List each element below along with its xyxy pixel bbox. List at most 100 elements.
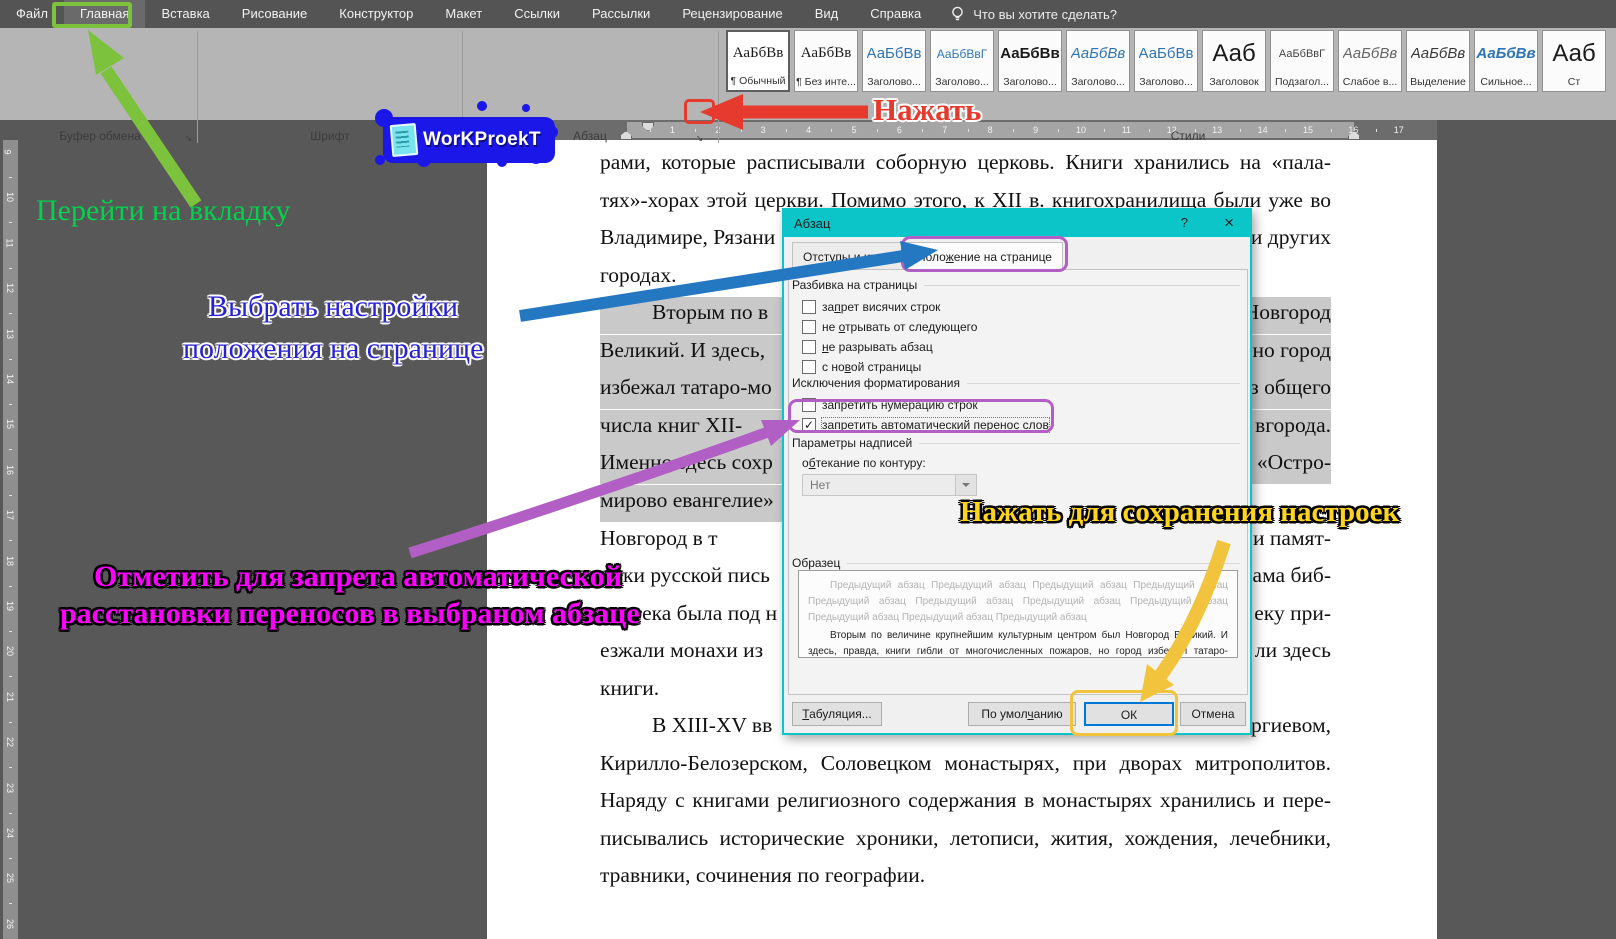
styles-group-label: Стили xyxy=(1138,129,1238,143)
ruler-number: 17 xyxy=(5,510,15,520)
ruler-number: 23 xyxy=(5,783,15,793)
style-card[interactable]: АаБбВвЗаголово... xyxy=(862,30,926,92)
word-window: ФайлГлавнаяВставкаРисованиеКонструкторМа… xyxy=(0,0,1616,939)
style-card[interactable]: АаБбВвЗаголово... xyxy=(998,30,1062,92)
tab-Рецензирование[interactable]: Рецензирование xyxy=(666,0,798,28)
checkbox-label: не разрывать абзац xyxy=(822,340,933,354)
lightbulb-icon xyxy=(951,6,964,22)
checkbox-option[interactable]: не отрывать от следующего xyxy=(802,318,977,336)
ruler-number: 24 xyxy=(5,828,15,838)
tab-Рассылки[interactable]: Рассылки xyxy=(576,0,666,28)
ruler-number: 14 xyxy=(1258,125,1268,135)
tab-Главная[interactable]: Главная xyxy=(64,0,145,28)
checkbox-option[interactable]: не разрывать абзац xyxy=(802,338,933,356)
checkbox-option[interactable]: с новой страницы xyxy=(802,358,921,376)
search-label: Что вы хотите сделать? xyxy=(973,7,1117,22)
group-preview: Образец xyxy=(792,556,1240,570)
style-card[interactable]: АаБбВвЗаголово... xyxy=(1066,30,1130,92)
font-group-label: Шрифт xyxy=(280,129,380,143)
watermark-text: WorKProekT xyxy=(423,129,541,151)
checkbox-checked[interactable]: ✓ xyxy=(802,418,816,432)
ruler-number: 5 xyxy=(851,125,856,135)
style-card[interactable]: АаБбВвЗаголово... xyxy=(1134,30,1198,92)
paragraph-dialog-launcher[interactable]: ↘ xyxy=(692,131,707,146)
style-card[interactable]: АаБбВвСильное... xyxy=(1474,30,1538,92)
style-card[interactable]: АабСт xyxy=(1542,30,1606,92)
annotation-go-to-tab: Перейти на вкладку xyxy=(36,194,290,228)
ruler-number: 6 xyxy=(897,125,902,135)
ruler-number: 9 xyxy=(1033,125,1038,135)
ruler-number: 20 xyxy=(5,646,15,656)
clipboard-dialog-launcher[interactable]: ↘ xyxy=(181,131,196,146)
tab-Конструктор[interactable]: Конструктор xyxy=(323,0,429,28)
ruler-number: 16 xyxy=(5,465,15,475)
ruler-number: 4 xyxy=(806,125,811,135)
ruler-number: 26 xyxy=(5,919,15,929)
ruler-number: 19 xyxy=(5,601,15,611)
paragraph-group-label: Абзац xyxy=(540,129,640,143)
checkbox[interactable] xyxy=(802,300,816,314)
select-arrow-icon xyxy=(955,475,976,495)
checkbox-label: не отрывать от следующего xyxy=(822,320,977,334)
group-textbox-options: Параметры надписей xyxy=(792,436,1240,450)
annotation-choose-1: Выбрать настройки xyxy=(208,290,458,324)
dialog-close-button[interactable]: × xyxy=(1224,213,1234,233)
tab-Вид[interactable]: Вид xyxy=(799,0,855,28)
doc-line: рами, которые расписывали соборную церко… xyxy=(600,147,1331,184)
checkbox-label: запретить нумерацию строк xyxy=(822,398,978,412)
ruler-number: 11 xyxy=(5,238,15,247)
document-icon xyxy=(390,123,419,157)
preview-gray-text: Предыдущий абзац Предыдущий абзац Предыд… xyxy=(808,578,1228,626)
ruler-number: 12 xyxy=(5,283,15,293)
ruler-number: 10 xyxy=(1076,125,1086,135)
tab-line-page-breaks[interactable]: Положение на странице xyxy=(906,242,1063,270)
tab-Рисование[interactable]: Рисование xyxy=(226,0,323,28)
dialog-titlebar[interactable]: Абзац ? × xyxy=(784,210,1250,237)
annotation-choose-2: положения на странице xyxy=(183,332,483,366)
cancel-button[interactable]: Отмена xyxy=(1180,702,1246,726)
watermark: WorKProekT xyxy=(383,117,555,163)
checkbox-option[interactable]: ✓ запретить автоматический перенос слов xyxy=(802,416,1049,434)
style-card[interactable]: АабЗаголовок xyxy=(1202,30,1266,92)
doc-line: Кирилло-Белозерском, Соловецком монастыр… xyxy=(600,748,1331,785)
doc-line: Наряду с книгами религиозного содержания… xyxy=(600,785,1331,822)
checkbox[interactable] xyxy=(802,398,816,412)
style-card[interactable]: АаБбВв¶ Без инте... xyxy=(794,30,858,92)
ok-button[interactable]: ОК xyxy=(1084,702,1174,726)
checkbox[interactable] xyxy=(802,340,816,354)
tab-Макет[interactable]: Макет xyxy=(429,0,498,28)
tabs-button[interactable]: Табуляция... xyxy=(792,702,882,726)
ruler-number: 11 xyxy=(1122,125,1131,135)
checkbox[interactable] xyxy=(802,360,816,374)
style-card[interactable]: АаБбВвВыделение xyxy=(1406,30,1470,92)
ruler-number: 17 xyxy=(1394,125,1404,135)
ruler-number: 15 xyxy=(5,419,15,429)
vertical-ruler[interactable]: 91011121314151617181920212223242526 xyxy=(2,140,20,939)
style-card[interactable]: АаБбВвГЗаголово... xyxy=(930,30,994,92)
ruler-number: 10 xyxy=(5,192,15,202)
ruler-number: 15 xyxy=(1303,125,1313,135)
tab-Справка[interactable]: Справка xyxy=(854,0,937,28)
horizontal-ruler[interactable]: 1234567891011121314151617 xyxy=(0,120,1616,140)
ruler-number: 21 xyxy=(5,692,15,702)
checkbox-label: запрет висячих строк xyxy=(822,300,940,314)
checkbox-option[interactable]: запретить нумерацию строк xyxy=(802,396,978,414)
ribbon-tab-bar: ФайлГлавнаяВставкаРисованиеКонструкторМа… xyxy=(0,0,1616,28)
wrap-select[interactable]: Нет xyxy=(802,474,977,496)
set-default-button[interactable]: По умолчанию xyxy=(968,702,1076,726)
style-card[interactable]: АаБбВвГПодзагол... xyxy=(1270,30,1334,92)
dialog-help-button[interactable]: ? xyxy=(1181,215,1188,230)
checkbox[interactable] xyxy=(802,320,816,334)
checkbox-label: запретить автоматический перенос слов xyxy=(822,418,1049,432)
tab-Файл[interactable]: Файл xyxy=(0,0,64,28)
style-card[interactable]: АаБбВвСлабое в... xyxy=(1338,30,1402,92)
tab-Ссылки[interactable]: Ссылки xyxy=(498,0,576,28)
styles-gallery: АаБбВв¶ ОбычныйАаБбВв¶ Без инте...АаБбВв… xyxy=(722,30,1616,102)
checkbox-option[interactable]: запрет висячих строк xyxy=(802,298,940,316)
tell-me-search[interactable]: Что вы хотите сделать? xyxy=(951,6,1117,22)
tab-Вставка[interactable]: Вставка xyxy=(145,0,225,28)
ruler-number: 14 xyxy=(5,374,15,384)
wrap-label: обтекание по контуру: xyxy=(802,456,926,470)
checkbox-label: с новой страницы xyxy=(822,360,921,374)
style-card[interactable]: АаБбВв¶ Обычный xyxy=(726,30,790,92)
